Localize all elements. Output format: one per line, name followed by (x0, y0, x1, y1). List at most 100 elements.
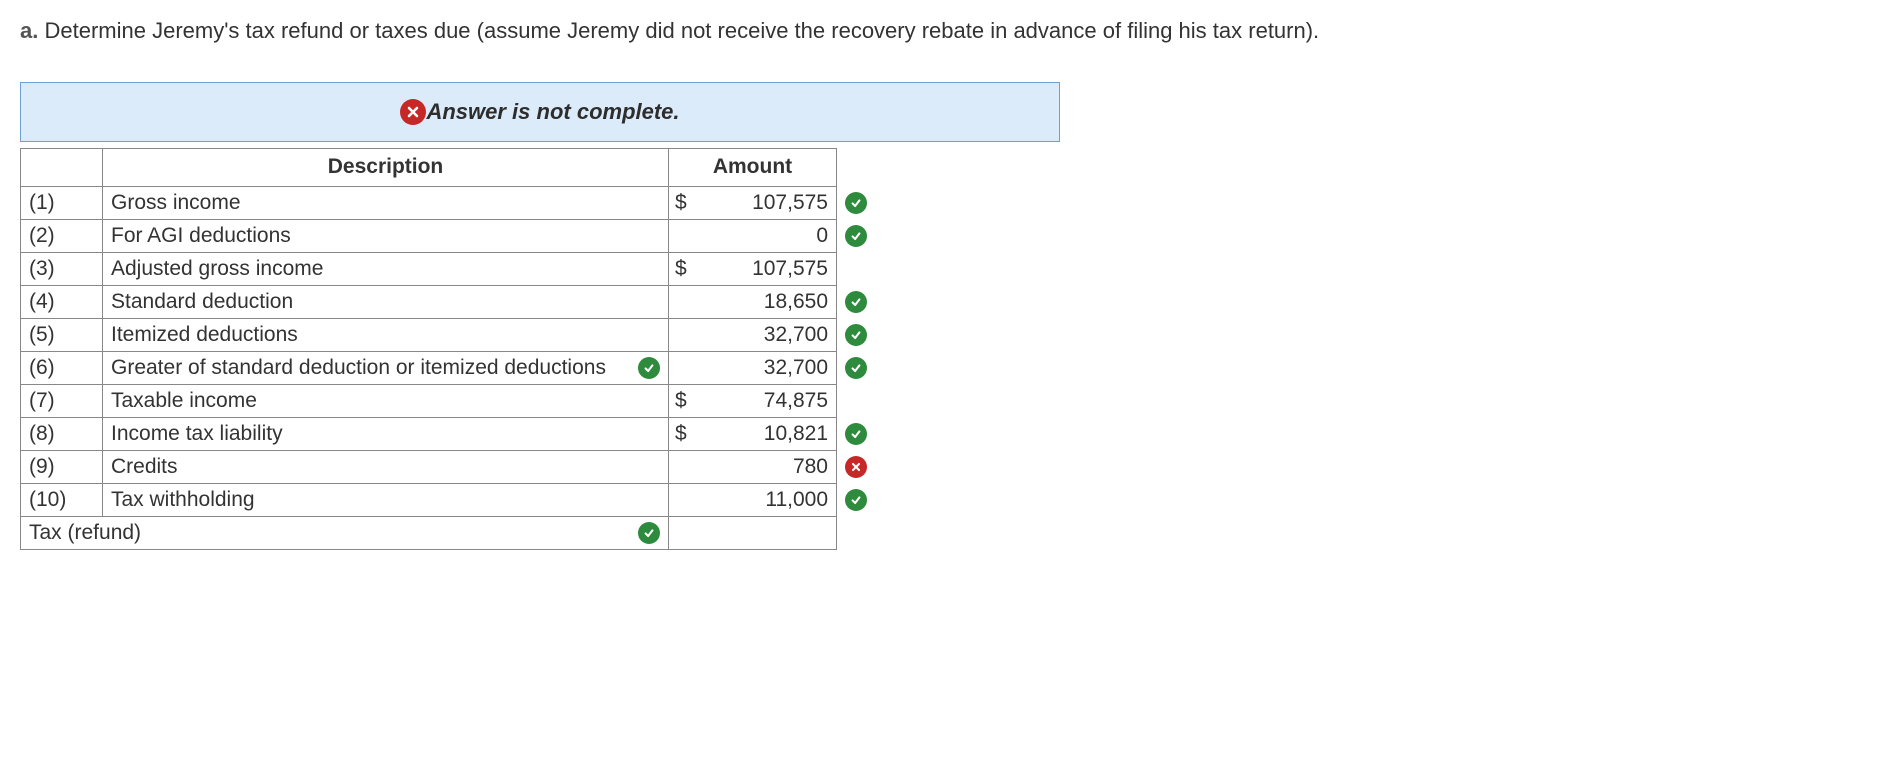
checkmark-icon (845, 489, 867, 511)
table-header-row: Description Amount (21, 148, 876, 186)
row-description-cell[interactable]: Taxable income (103, 384, 669, 417)
table-row: (3) Adjusted gross income $ 107,575 (21, 252, 876, 285)
final-description-cell[interactable]: Tax (refund) (21, 516, 669, 549)
row-amount-cell[interactable]: $ 107,575 (669, 186, 837, 219)
row-description: Taxable income (111, 389, 257, 413)
row-amount: 74,875 (764, 389, 828, 412)
row-number: (9) (21, 450, 103, 483)
row-number: (1) (21, 186, 103, 219)
row-description: Income tax liability (111, 422, 283, 446)
status-banner: Answer is not complete. (20, 82, 1060, 142)
row-amount-cell[interactable]: 18,650 (669, 285, 837, 318)
row-description: Credits (111, 455, 178, 479)
row-amount: 10,821 (764, 422, 828, 445)
row-number: (10) (21, 483, 103, 516)
final-amount-cell[interactable] (669, 516, 837, 549)
row-description-cell[interactable]: Standard deduction (103, 285, 669, 318)
row-amount-cell[interactable]: $ 74,875 (669, 384, 837, 417)
table-row: (6) Greater of standard deduction or ite… (21, 351, 876, 384)
checkmark-icon (845, 192, 867, 214)
row-amount: 780 (793, 455, 828, 478)
row-amount-cell[interactable]: 11,000 (669, 483, 837, 516)
row-mark-cell (837, 450, 876, 483)
row-amount-cell[interactable]: $ 10,821 (669, 417, 837, 450)
checkmark-icon (638, 357, 660, 379)
checkmark-icon (845, 423, 867, 445)
header-mark-spacer (837, 148, 876, 186)
row-mark-cell (837, 318, 876, 351)
status-banner-text: Answer is not complete. (426, 99, 679, 125)
table-row: (4) Standard deduction 18,650 (21, 285, 876, 318)
row-description: Gross income (111, 191, 241, 215)
dollar-sign: $ (675, 389, 687, 413)
question-text: a. Determine Jeremy's tax refund or taxe… (20, 16, 1860, 46)
header-amount: Amount (669, 148, 837, 186)
row-mark-cell (837, 252, 876, 285)
row-amount: 107,575 (752, 191, 828, 214)
checkmark-icon (845, 291, 867, 313)
row-amount-cell[interactable]: 0 (669, 219, 837, 252)
row-amount-cell[interactable]: 32,700 (669, 318, 837, 351)
row-description-cell[interactable]: Income tax liability (103, 417, 669, 450)
table-row: (1) Gross income $ 107,575 (21, 186, 876, 219)
row-description-cell[interactable]: Tax withholding (103, 483, 669, 516)
row-mark-cell (837, 285, 876, 318)
final-row: Tax (refund) (21, 516, 876, 549)
row-description-cell[interactable]: Itemized deductions (103, 318, 669, 351)
row-mark-cell (837, 219, 876, 252)
row-number: (3) (21, 252, 103, 285)
table-row: (8) Income tax liability $ 10,821 (21, 417, 876, 450)
row-amount: 32,700 (764, 356, 828, 379)
row-description-cell[interactable]: Greater of standard deduction or itemize… (103, 351, 669, 384)
row-amount-cell[interactable]: 32,700 (669, 351, 837, 384)
row-description-cell[interactable]: Gross income (103, 186, 669, 219)
row-mark-cell (837, 351, 876, 384)
row-description: Greater of standard deduction or itemize… (111, 356, 606, 380)
question-prefix: a. (20, 18, 38, 43)
row-number: (5) (21, 318, 103, 351)
row-mark-cell (837, 384, 876, 417)
final-mark-cell (837, 516, 876, 549)
table-row: (2) For AGI deductions 0 (21, 219, 876, 252)
checkmark-icon (845, 324, 867, 346)
row-description-cell[interactable]: Adjusted gross income (103, 252, 669, 285)
row-amount: 0 (816, 224, 828, 247)
checkmark-icon (638, 522, 660, 544)
row-mark-cell (837, 483, 876, 516)
question-body: Determine Jeremy's tax refund or taxes d… (44, 18, 1319, 43)
row-description: Adjusted gross income (111, 257, 323, 281)
row-amount: 32,700 (764, 323, 828, 346)
final-description: Tax (refund) (29, 521, 141, 545)
checkmark-icon (845, 225, 867, 247)
row-mark-cell (837, 186, 876, 219)
answer-table: Description Amount (1) Gross income $ 10… (20, 148, 876, 550)
row-amount: 11,000 (765, 488, 828, 511)
row-description: Tax withholding (111, 488, 255, 512)
row-number: (8) (21, 417, 103, 450)
table-row: (10) Tax withholding 11,000 (21, 483, 876, 516)
dollar-sign: $ (675, 257, 687, 281)
table-row: (5) Itemized deductions 32,700 (21, 318, 876, 351)
row-amount: 107,575 (752, 257, 828, 280)
dollar-sign: $ (675, 422, 687, 446)
row-number: (4) (21, 285, 103, 318)
row-number: (6) (21, 351, 103, 384)
header-description: Description (103, 148, 669, 186)
cross-icon (845, 456, 867, 478)
error-circle-icon (400, 99, 426, 125)
table-row: (7) Taxable income $ 74,875 (21, 384, 876, 417)
row-description: Itemized deductions (111, 323, 298, 347)
row-description-cell[interactable]: For AGI deductions (103, 219, 669, 252)
header-blank (21, 148, 103, 186)
row-description: For AGI deductions (111, 224, 291, 248)
row-number: (7) (21, 384, 103, 417)
row-amount: 18,650 (764, 290, 828, 313)
checkmark-icon (845, 357, 867, 379)
row-amount-cell[interactable]: $ 107,575 (669, 252, 837, 285)
dollar-sign: $ (675, 191, 687, 215)
row-number: (2) (21, 219, 103, 252)
row-description-cell[interactable]: Credits (103, 450, 669, 483)
table-row: (9) Credits 780 (21, 450, 876, 483)
row-description: Standard deduction (111, 290, 293, 314)
row-amount-cell[interactable]: 780 (669, 450, 837, 483)
